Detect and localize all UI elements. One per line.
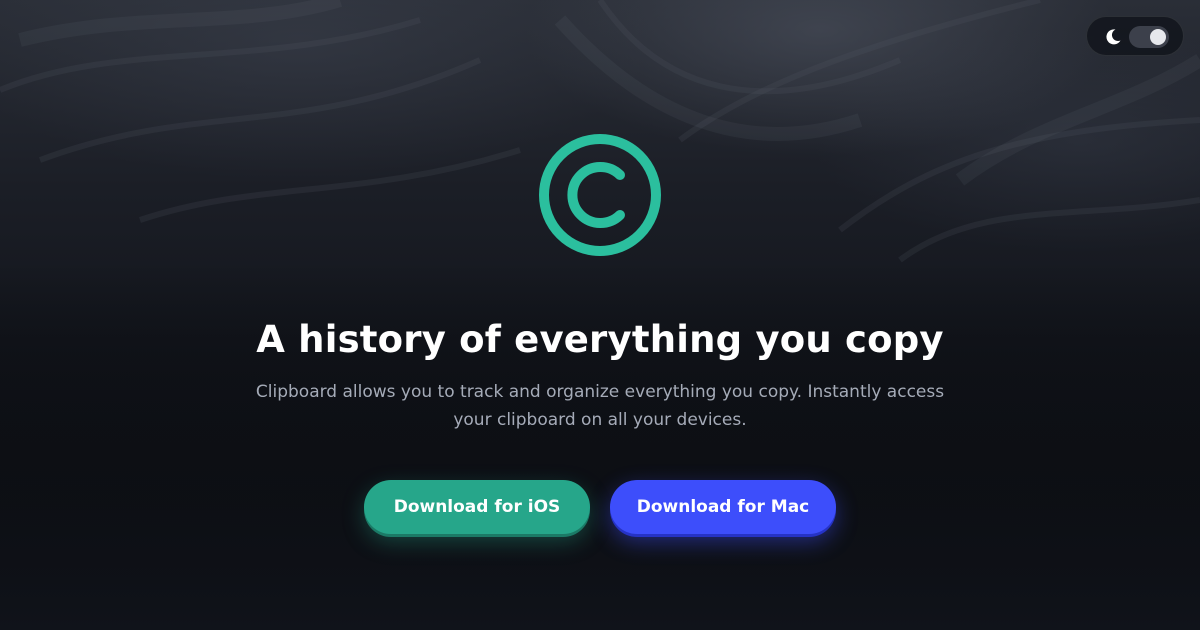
theme-toggle[interactable] [1086, 16, 1184, 56]
page-title: A history of everything you copy [256, 318, 944, 361]
subtitle-line-2: your clipboard on all your devices. [453, 410, 747, 430]
subtitle-line-1: Clipboard allows you to track and organi… [255, 382, 945, 402]
page-subtitle: Clipboard allows you to track and organi… [240, 378, 960, 434]
download-mac-button[interactable]: Download for Mac [610, 480, 836, 534]
download-ios-button[interactable]: Download for iOS [364, 480, 590, 534]
moon-icon [1106, 29, 1121, 45]
copyright-circle-icon [539, 134, 661, 256]
switch-knob [1150, 29, 1166, 45]
theme-switch[interactable] [1129, 26, 1169, 48]
